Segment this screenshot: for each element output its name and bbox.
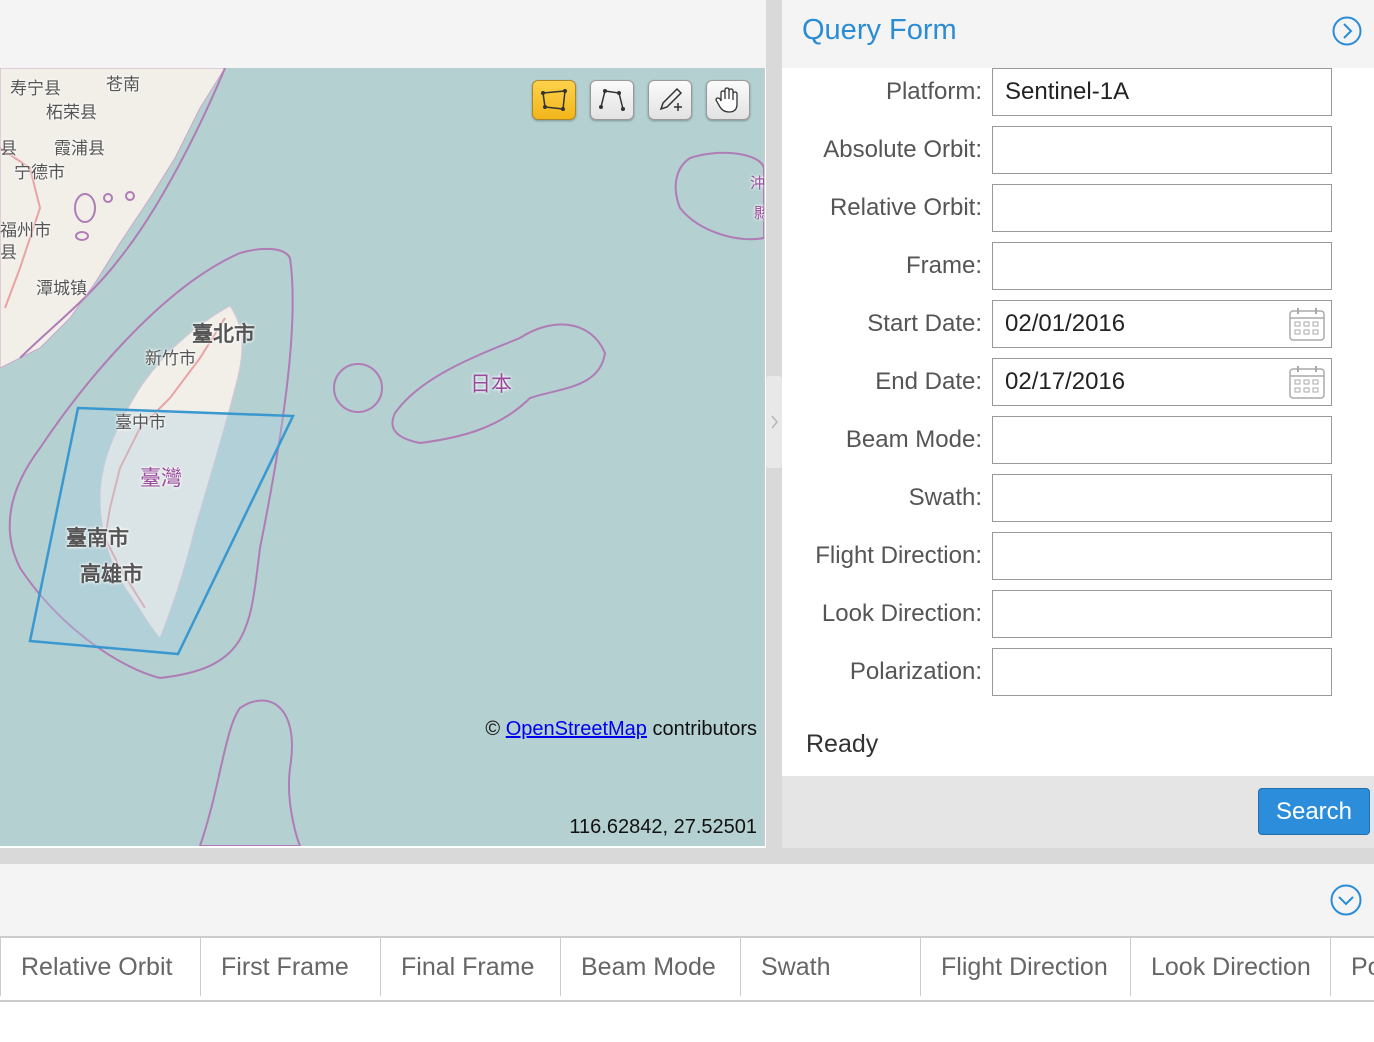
map-label: 新竹市	[145, 349, 196, 369]
status-text: Ready	[806, 730, 879, 758]
map-label: 高雄市	[80, 562, 143, 586]
chevron-down-circle-icon[interactable]	[1330, 884, 1362, 916]
column-header-flight-direction[interactable]: Flight Direction	[920, 938, 1130, 996]
column-header-look-direction[interactable]: Look Direction	[1130, 938, 1330, 996]
map-label: 臺南市	[66, 526, 129, 550]
attribution-suffix: contributors	[652, 718, 758, 740]
mouse-coordinates: 116.62842, 27.52501	[569, 816, 757, 838]
calendar-icon[interactable]	[1288, 306, 1326, 342]
copyright-symbol: ©	[485, 718, 501, 740]
beam-mode-input[interactable]	[992, 416, 1332, 464]
absolute-orbit-row: Absolute Orbit:	[782, 126, 1374, 174]
look-direction-label: Look Direction:	[821, 600, 982, 627]
absolute-orbit-input[interactable]	[992, 126, 1332, 174]
column-header-swath[interactable]: Swath	[740, 938, 920, 996]
map-label: 臺北市	[192, 322, 255, 346]
end-date-label: End Date:	[875, 368, 982, 395]
frame-row: Frame:	[782, 242, 1374, 290]
chevron-right-circle-icon[interactable]	[1332, 16, 1362, 46]
column-header-relative-orbit[interactable]: Relative Orbit	[0, 938, 200, 996]
pencil-plus-icon	[659, 87, 683, 111]
relative-orbit-row: Relative Orbit:	[782, 184, 1374, 232]
swath-row: Swath:	[782, 474, 1374, 522]
island-boundary	[674, 151, 764, 241]
openstreetmap-link[interactable]: OpenStreetMap	[506, 718, 647, 740]
map-label: 柘荣县	[46, 103, 97, 123]
map-header	[0, 0, 766, 68]
platform-input[interactable]	[992, 68, 1332, 116]
query-form-title: Query Form	[802, 14, 957, 46]
column-header-beam-mode[interactable]: Beam Mode	[560, 938, 740, 996]
end-date-row: End Date:	[782, 358, 1374, 406]
chevron-right-icon	[771, 415, 778, 429]
map-label: 县	[0, 139, 17, 159]
map-label: 寿宁县	[10, 79, 61, 99]
map-label: 臺中市	[115, 413, 166, 433]
map-label: 宁德市	[14, 163, 65, 183]
horizontal-splitter[interactable]	[0, 848, 1374, 864]
look-direction-row: Look Direction:	[782, 590, 1374, 638]
splitter-handle[interactable]	[766, 376, 782, 468]
point-edit-button[interactable]	[648, 80, 692, 120]
map-label: 霞浦县	[54, 139, 105, 159]
results-table: Relative Orbit First Frame Final Frame B…	[0, 936, 1374, 1002]
column-header-final-frame[interactable]: Final Frame	[380, 938, 560, 996]
start-date-input[interactable]	[992, 300, 1332, 348]
map-attribution: © OpenStreetMap contributors	[485, 718, 757, 741]
frame-input[interactable]	[992, 242, 1332, 290]
relative-orbit-label: Relative Orbit:	[829, 194, 982, 221]
pan-button[interactable]	[706, 80, 750, 120]
polygon-draw-icon	[599, 89, 625, 111]
swath-label: Swath:	[908, 484, 982, 511]
search-button[interactable]: Search	[1258, 788, 1370, 835]
polarization-label: Polarization:	[849, 658, 982, 685]
column-header-first-frame[interactable]: First Frame	[200, 938, 380, 996]
box-draw-icon	[541, 89, 567, 111]
results-header	[0, 864, 1374, 936]
swath-input[interactable]	[992, 474, 1332, 522]
query-form-footer: Search	[782, 776, 1374, 848]
map-label: 潭城镇	[36, 279, 87, 299]
relative-orbit-input[interactable]	[992, 184, 1332, 232]
box-draw-button[interactable]	[532, 80, 576, 120]
polarization-row: Polarization:	[782, 648, 1374, 696]
map-label: 臺灣	[140, 466, 182, 490]
beam-mode-label: Beam Mode:	[845, 426, 982, 453]
calendar-icon[interactable]	[1288, 364, 1326, 400]
beam-mode-row: Beam Mode:	[782, 416, 1374, 464]
island-boundary	[333, 363, 383, 413]
platform-row: Platform:	[782, 68, 1374, 116]
query-form-header: Query Form	[782, 0, 1374, 68]
column-header-polarization[interactable]: Po	[1330, 938, 1374, 996]
flight-direction-input[interactable]	[992, 532, 1332, 580]
map-label: 沖	[750, 174, 765, 192]
map-label: 日本	[470, 372, 512, 396]
flight-direction-row: Flight Direction:	[782, 532, 1374, 580]
map-label: 縣	[754, 202, 764, 223]
query-form-panel: Query Form Platform: Absolute Orbit: Rel…	[782, 0, 1374, 848]
hand-icon	[715, 87, 738, 113]
map-label: 苍南	[106, 75, 140, 95]
frame-label: Frame:	[905, 252, 982, 279]
map-view[interactable]: 寿宁县 苍南 柘荣县 县 霞浦县 宁德市 福州市 县 潭城镇 臺北市 新竹市 臺…	[0, 68, 765, 846]
map-label: 县	[0, 243, 17, 263]
start-date-label: Start Date:	[867, 310, 982, 337]
flight-direction-label: Flight Direction:	[815, 542, 982, 569]
island-boundary	[198, 699, 302, 846]
platform-label: Platform:	[885, 78, 982, 105]
absolute-orbit-label: Absolute Orbit:	[823, 136, 982, 163]
look-direction-input[interactable]	[992, 590, 1332, 638]
polarization-input[interactable]	[992, 648, 1332, 696]
polygon-draw-button[interactable]	[590, 80, 634, 120]
start-date-row: Start Date:	[782, 300, 1374, 348]
end-date-input[interactable]	[992, 358, 1332, 406]
